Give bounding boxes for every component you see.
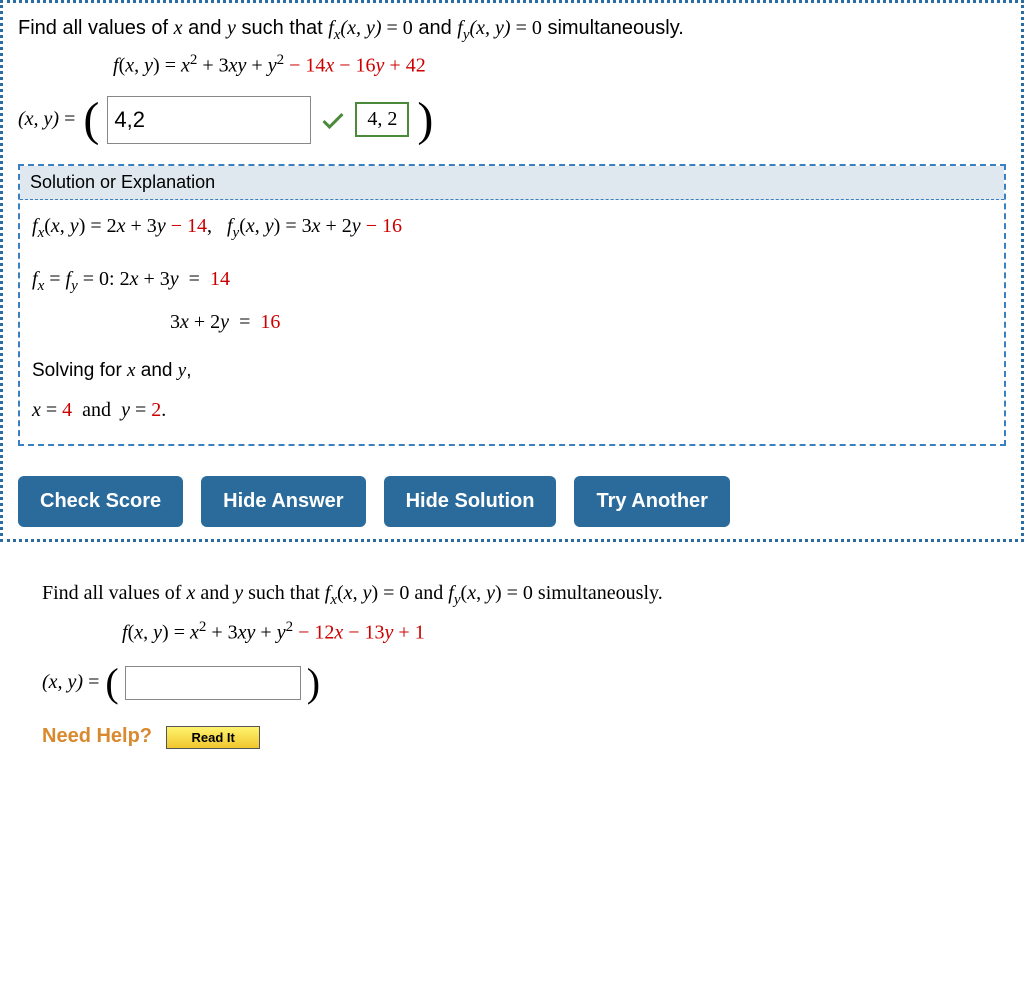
prompt-vars: x	[174, 17, 183, 39]
question-2-container: Find all values of x and y such that fx(…	[0, 572, 1024, 769]
solution-line: fx = fy = 0: 2x + 3y = 14	[32, 263, 992, 298]
read-it-button[interactable]: Read It	[166, 726, 259, 749]
solution-line: 3x + 2y = 16	[170, 306, 992, 338]
prompt-fx: fx(x, y) = 0	[328, 17, 413, 39]
q1-prompt: Find all values of x and y such that fx(…	[18, 17, 1006, 44]
hide-solution-button[interactable]: Hide Solution	[384, 476, 557, 527]
check-score-button[interactable]: Check Score	[18, 476, 183, 527]
correct-answer-box: 4, 2	[355, 102, 409, 137]
solution-line: fx(x, y) = 2x + 3y − 14, fy(x, y) = 3x +…	[32, 210, 992, 245]
solution-heading: Solution or Explanation	[20, 166, 1004, 200]
answer-lhs: (x, y) =	[18, 108, 75, 131]
paren-close: )	[417, 96, 433, 144]
solution-box: Solution or Explanation fx(x, y) = 2x + …	[18, 164, 1006, 446]
q2-function-equation: f(x, y) = x2 + 3xy + y2 − 12x − 13y + 1	[122, 619, 994, 645]
q1-answer-input[interactable]	[107, 96, 311, 144]
prompt-fy: fy(x, y) = 0	[457, 17, 542, 39]
checkmark-icon	[319, 106, 347, 134]
prompt-and: and	[418, 17, 457, 39]
help-row: Need Help? Read It	[42, 725, 994, 749]
solution-line: Solving for x and y,	[32, 356, 992, 386]
hide-answer-button[interactable]: Hide Answer	[201, 476, 365, 527]
q2-prompt: Find all values of x and y such that fx(…	[42, 582, 994, 609]
question-1-container: Find all values of x and y such that fx(…	[0, 0, 1024, 542]
q2-answer-row: (x, y) = ( )	[42, 663, 994, 703]
need-help-label: Need Help?	[42, 725, 152, 748]
prompt-end: simultaneously.	[547, 17, 683, 39]
q1-answer-row: (x, y) = ( 4, 2 )	[18, 96, 1006, 144]
paren-open: (	[105, 663, 118, 703]
q1-function-equation: f(x, y) = x2 + 3xy + y2 − 14x − 16y + 42	[113, 52, 1006, 78]
prompt-text: such that	[241, 17, 328, 39]
q2-answer-input[interactable]	[125, 666, 301, 700]
prompt-text: Find all values of	[18, 17, 174, 39]
solution-line: x = 4 and y = 2.	[32, 394, 992, 426]
paren-close: )	[307, 663, 320, 703]
button-row: Check Score Hide Answer Hide Solution Tr…	[18, 476, 1006, 527]
answer-lhs: (x, y) =	[42, 671, 99, 694]
paren-open: (	[83, 96, 99, 144]
solution-body: fx(x, y) = 2x + 3y − 14, fy(x, y) = 3x +…	[20, 200, 1004, 444]
try-another-button[interactable]: Try Another	[574, 476, 730, 527]
